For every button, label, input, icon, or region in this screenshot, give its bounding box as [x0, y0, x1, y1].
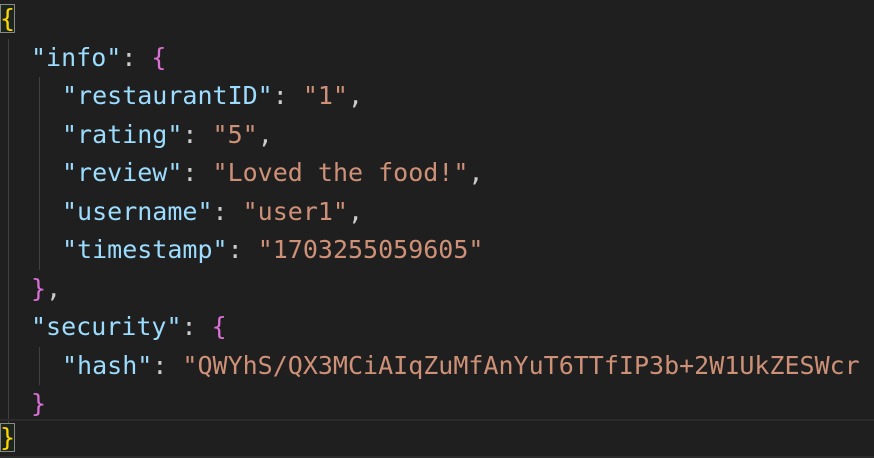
- indent-guide: [8, 115, 9, 154]
- indent-guide: [39, 192, 40, 231]
- colon: :: [227, 235, 258, 264]
- code-line-9[interactable]: "security": {: [0, 308, 874, 347]
- root-close-brace: }: [0, 423, 16, 452]
- root-open-brace: {: [0, 4, 16, 33]
- code-line-4[interactable]: "rating": "5",: [0, 115, 874, 155]
- code-line-7-content: "timestamp": "1703255059605": [62, 231, 483, 270]
- indent-guide: [8, 346, 9, 385]
- hash-value: "QWYhS/QX3MCiAIqZuMfAnYuT6TTfIP3b+2W1UkZ…: [182, 350, 860, 380]
- comma: ,: [468, 158, 484, 187]
- comma: ,: [257, 119, 273, 149]
- code-editor[interactable]: { "info": { "restaurantID": "1", "rating…: [0, 0, 874, 458]
- code-line-3-content: "restaurantID": "1",: [62, 77, 363, 116]
- security-key: "security": [31, 312, 182, 341]
- code-line-1-content: {: [0, 0, 16, 39]
- indent-guide: [8, 308, 9, 347]
- code-line-8[interactable]: },: [0, 269, 874, 309]
- colon: :: [272, 81, 303, 110]
- review-value: "Loved the food!": [212, 158, 469, 187]
- indent-guide: [8, 269, 9, 308]
- timestamp-key: "timestamp": [62, 235, 228, 264]
- username-value: "user1": [242, 196, 348, 226]
- code-line-11-content: }: [31, 385, 46, 424]
- indent-guide: [8, 154, 9, 193]
- code-line-8-content: },: [31, 270, 61, 309]
- rating-value: "5": [212, 119, 258, 149]
- colon: :: [182, 158, 213, 187]
- rating-key: "rating": [62, 119, 183, 149]
- code-line-6[interactable]: "username": "user1",: [0, 192, 874, 232]
- security-open-brace: {: [211, 312, 227, 341]
- code-line-6-content: "username": "user1",: [62, 193, 363, 232]
- colon: :: [181, 312, 212, 341]
- code-line-1[interactable]: {: [0, 0, 874, 39]
- info-open-brace: {: [151, 42, 167, 72]
- code-line-2-content: "info": {: [31, 39, 166, 78]
- indent-guide: [39, 115, 40, 154]
- code-line-5-content: "review": "Loved the food!",: [62, 154, 483, 193]
- info-key: "info": [31, 42, 122, 72]
- review-key: "review": [62, 158, 183, 187]
- comma: ,: [46, 273, 62, 303]
- code-line-10[interactable]: "hash": "QWYhS/QX3MCiAIqZuMfAnYuT6TTfIP3…: [0, 346, 874, 386]
- indent-guide: [39, 231, 40, 270]
- indent-guide: [8, 77, 9, 116]
- comma: ,: [347, 81, 364, 110]
- code-line-7[interactable]: "timestamp": "1703255059605": [0, 231, 874, 270]
- info-close-brace: }: [31, 273, 47, 303]
- comma: ,: [347, 196, 364, 226]
- timestamp-value: "1703255059605": [257, 235, 484, 264]
- indent-guide: [39, 154, 40, 193]
- code-line-9-content: "security": {: [31, 308, 227, 347]
- colon: :: [182, 119, 213, 149]
- code-line-11[interactable]: }: [0, 385, 874, 424]
- restaurant-id-key: "restaurantID": [62, 81, 273, 110]
- username-key: "username": [62, 196, 213, 226]
- hash-key: "hash": [62, 350, 153, 380]
- code-line-5[interactable]: "review": "Loved the food!",: [0, 154, 874, 193]
- colon: :: [152, 350, 183, 380]
- indent-guide: [8, 192, 9, 231]
- restaurant-id-value: "1": [302, 81, 348, 110]
- indent-guide: [39, 346, 40, 385]
- indent-guide: [8, 385, 9, 424]
- code-line-10-content: "hash": "QWYhS/QX3MCiAIqZuMfAnYuT6TTfIP3…: [62, 347, 860, 386]
- colon: :: [121, 42, 152, 72]
- code-line-12-content: }: [0, 421, 16, 456]
- indent-guide: [8, 38, 9, 77]
- security-close-brace: }: [31, 389, 47, 418]
- code-line-12-current[interactable]: }: [0, 419, 874, 458]
- colon: :: [212, 196, 243, 226]
- indent-guide: [39, 77, 40, 116]
- code-line-3[interactable]: "restaurantID": "1",: [0, 77, 874, 116]
- code-line-4-content: "rating": "5",: [62, 116, 273, 155]
- code-line-2[interactable]: "info": {: [0, 38, 874, 78]
- indent-guide: [8, 231, 9, 270]
